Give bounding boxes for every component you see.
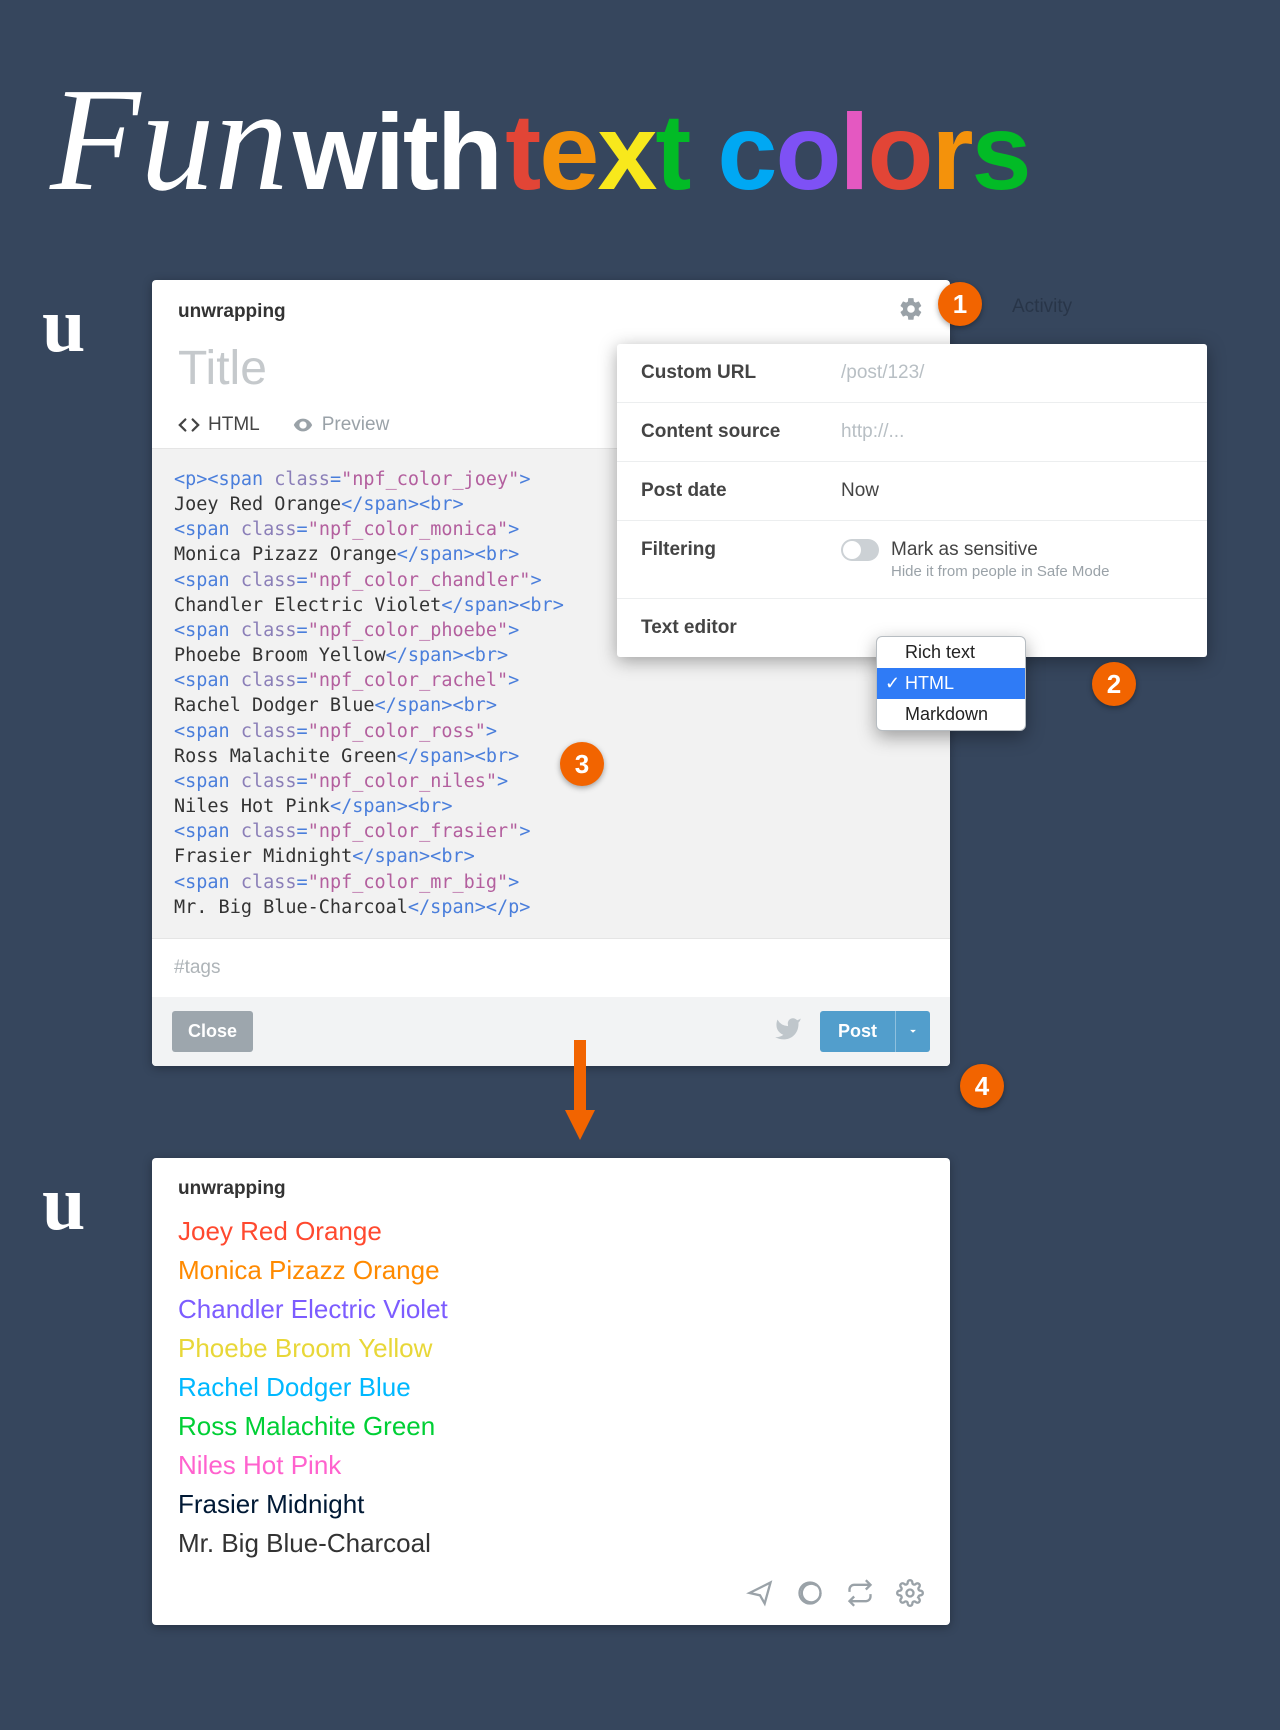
twitter-icon[interactable] xyxy=(774,1015,802,1048)
gear-icon[interactable] xyxy=(896,1579,924,1607)
post-date-value[interactable]: Now xyxy=(841,480,1183,502)
avatar: u xyxy=(42,1158,122,1238)
arrow-down-icon xyxy=(565,1000,595,1180)
sensitive-toggle[interactable] xyxy=(841,539,879,561)
dropdown-option-richtext[interactable]: Rich text xyxy=(877,637,1025,668)
rendered-post: unwrapping Joey Red OrangeMonica Pizazz … xyxy=(152,1158,950,1625)
page-heading: Fun with text colors xyxy=(50,55,1240,225)
reblog-icon[interactable] xyxy=(846,1579,874,1607)
close-button[interactable]: Close xyxy=(172,1011,253,1052)
reply-icon[interactable] xyxy=(796,1579,824,1607)
tab-preview-label: Preview xyxy=(322,414,390,436)
preview-line: Rachel Dodger Blue xyxy=(178,1368,924,1407)
post-body: Joey Red OrangeMonica Pizazz OrangeChand… xyxy=(152,1212,950,1563)
blog-name: unwrapping xyxy=(178,301,898,323)
content-source-input[interactable]: http://... xyxy=(841,421,1183,443)
preview-line: Monica Pizazz Orange xyxy=(178,1251,924,1290)
step-badge-3: 3 xyxy=(560,742,604,786)
preview-line: Phoebe Broom Yellow xyxy=(178,1329,924,1368)
content-source-label: Content source xyxy=(641,421,841,443)
tab-preview[interactable]: Preview xyxy=(292,414,390,436)
preview-line: Ross Malachite Green xyxy=(178,1407,924,1446)
preview-line: Chandler Electric Violet xyxy=(178,1290,924,1329)
heading-fun: Fun xyxy=(50,58,288,222)
tab-html-label: HTML xyxy=(208,414,260,436)
heading-text: text xyxy=(505,91,717,212)
text-editor-label: Text editor xyxy=(641,617,841,639)
mark-sensitive-label: Mark as sensitive xyxy=(891,539,1109,561)
post-button-label: Post xyxy=(820,1011,895,1052)
step-badge-1: 1 xyxy=(938,282,982,326)
filtering-label: Filtering xyxy=(641,539,841,561)
gear-icon[interactable] xyxy=(898,296,924,327)
heading-with: with xyxy=(293,91,501,212)
blog-name: unwrapping xyxy=(152,1158,950,1212)
step-badge-2: 2 xyxy=(1092,662,1136,706)
editor-footer: Close Post xyxy=(152,997,950,1066)
text-editor-dropdown[interactable]: Rich text HTML Markdown xyxy=(876,636,1026,731)
share-icon[interactable] xyxy=(746,1579,774,1607)
tab-html[interactable]: HTML xyxy=(178,414,260,436)
mark-sensitive-sub: Hide it from people in Safe Mode xyxy=(891,563,1109,580)
post-dropdown-toggle[interactable] xyxy=(895,1011,930,1052)
custom-url-input[interactable]: /post/123/ xyxy=(841,362,1183,384)
post-settings-panel: Custom URL /post/123/ Content source htt… xyxy=(617,344,1207,657)
step-badge-4: 4 xyxy=(960,1064,1004,1108)
activity-label: Activity xyxy=(1012,296,1072,318)
custom-url-label: Custom URL xyxy=(641,362,841,384)
preview-line: Frasier Midnight xyxy=(178,1485,924,1524)
code-icon xyxy=(178,414,200,436)
post-date-label: Post date xyxy=(641,480,841,502)
post-button[interactable]: Post xyxy=(820,1011,930,1052)
avatar: u xyxy=(42,280,122,360)
preview-line: Joey Red Orange xyxy=(178,1212,924,1251)
dropdown-option-markdown[interactable]: Markdown xyxy=(877,699,1025,730)
dropdown-option-html[interactable]: HTML xyxy=(877,668,1025,699)
heading-colors: colors xyxy=(717,91,1029,212)
tags-input[interactable]: #tags xyxy=(152,939,950,997)
preview-line: Niles Hot Pink xyxy=(178,1446,924,1485)
eye-icon xyxy=(292,414,314,436)
preview-line: Mr. Big Blue-Charcoal xyxy=(178,1524,924,1563)
